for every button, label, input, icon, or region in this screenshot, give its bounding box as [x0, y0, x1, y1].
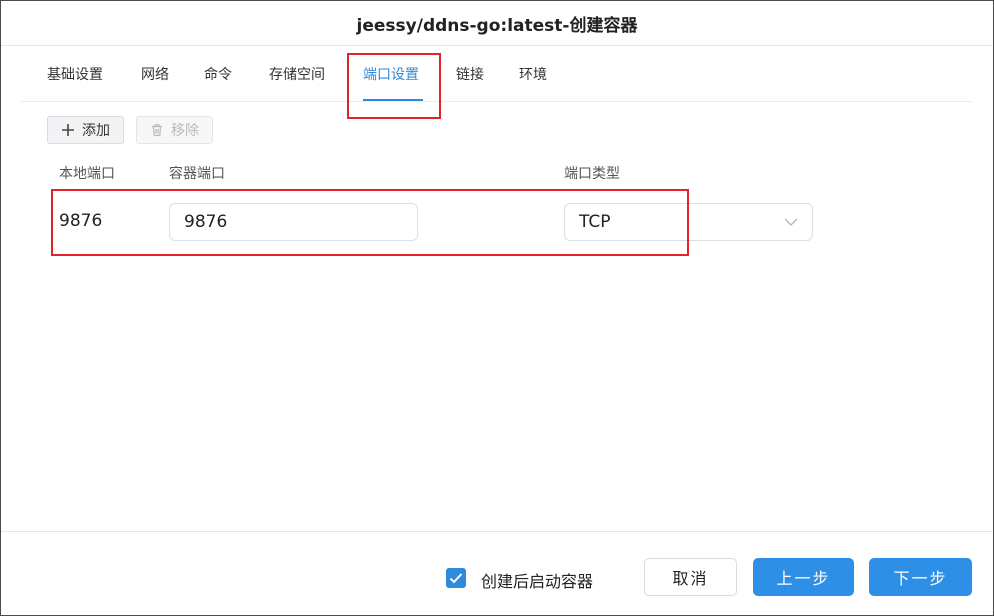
trash-icon [149, 122, 165, 138]
tab-basic-settings[interactable]: 基础设置 [47, 46, 103, 101]
add-port-button[interactable]: 添加 [47, 116, 124, 144]
container-port-column-header: 容器端口 [169, 166, 225, 182]
port-type-column-header: 端口类型 [564, 166, 620, 182]
cancel-button[interactable]: 取消 [644, 558, 737, 596]
remove-button-label: 移除 [171, 123, 199, 139]
checkmark-icon [449, 573, 463, 584]
tab-highlight-annotation [347, 53, 441, 119]
port-row-highlight-annotation [51, 189, 689, 256]
tab-network[interactable]: 网络 [141, 46, 169, 101]
plus-icon [60, 122, 76, 138]
tab-bar: 基础设置 网络 命令 存储空间 端口设置 链接 环境 [21, 46, 973, 102]
tab-command[interactable]: 命令 [204, 46, 232, 101]
add-button-label: 添加 [82, 123, 110, 139]
chevron-down-icon [784, 212, 798, 232]
previous-step-button[interactable]: 上一步 [753, 558, 854, 596]
start-after-create-label: 创建后启动容器 [481, 572, 594, 591]
dialog-footer: 创建后启动容器 取消 上一步 下一步 [1, 531, 993, 616]
start-after-create-checkbox[interactable] [446, 568, 466, 588]
tab-links[interactable]: 链接 [456, 46, 484, 101]
create-container-dialog: jeessy/ddns-go:latest-创建容器 基础设置 网络 命令 存储… [0, 0, 994, 616]
remove-port-button[interactable]: 移除 [136, 116, 213, 144]
local-port-column-header: 本地端口 [59, 166, 115, 182]
dialog-title: jeessy/ddns-go:latest-创建容器 [356, 15, 638, 36]
next-step-button[interactable]: 下一步 [869, 558, 972, 596]
tab-storage[interactable]: 存储空间 [269, 46, 325, 101]
dialog-header: jeessy/ddns-go:latest-创建容器 [1, 1, 993, 46]
tab-environment[interactable]: 环境 [519, 46, 547, 101]
